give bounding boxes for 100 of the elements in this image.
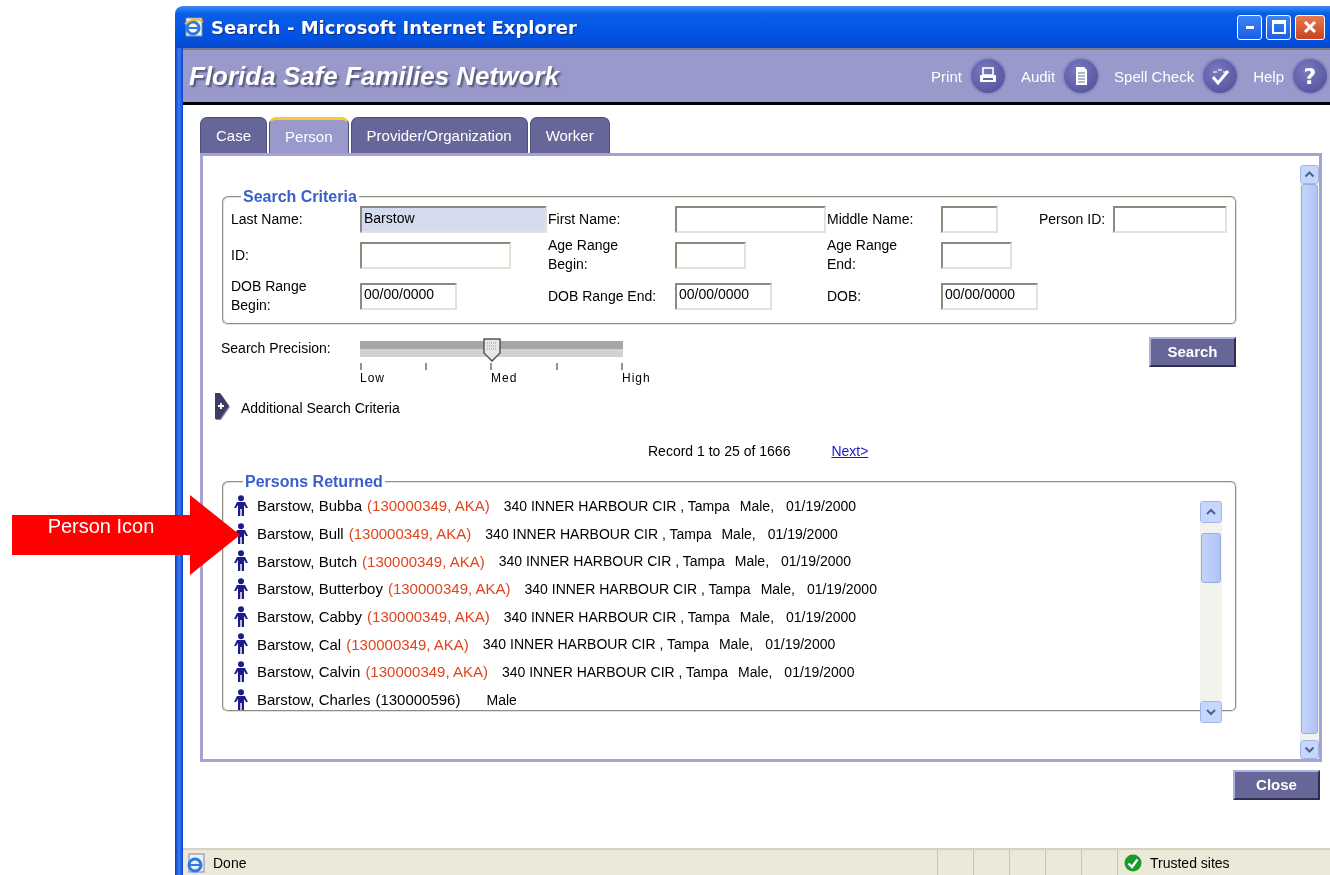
person-id: (130000349, AKA) [362, 552, 485, 570]
field-label: Person ID: [1039, 210, 1107, 229]
scroll-down-button[interactable] [1200, 701, 1222, 723]
birth-date: 01/19/2000 [786, 608, 857, 625]
input-field[interactable] [675, 206, 826, 233]
slider-thumb[interactable] [481, 338, 502, 362]
person-icon [233, 633, 249, 656]
scroll-thumb[interactable] [1301, 184, 1318, 734]
person-id: (130000349, AKA) [365, 663, 488, 681]
birth-date: 01/19/2000 [781, 553, 852, 570]
scroll-thumb[interactable] [1201, 533, 1221, 583]
sex-text: Male, [738, 663, 773, 680]
person-icon [233, 577, 249, 600]
person-id: (130000349, AKA) [367, 497, 490, 515]
slider-label: Search Precision: [221, 339, 332, 356]
scroll-down-button[interactable] [1300, 740, 1319, 759]
close-icon [1303, 20, 1317, 34]
check-icon [1124, 853, 1142, 872]
person-name[interactable]: Barstow, Bull [257, 525, 344, 543]
help-button[interactable]: Help ? [1253, 59, 1327, 93]
maximize-button[interactable] [1266, 14, 1291, 40]
person-name[interactable]: Barstow, Charles [257, 691, 371, 709]
tab[interactable]: Worker [529, 117, 610, 153]
search-button[interactable]: Search [1149, 337, 1236, 367]
additional-criteria-toggle[interactable]: Additional Search Criteria [214, 393, 400, 423]
tab[interactable]: Provider/Organization [350, 117, 528, 153]
address-text: 340 INNER HARBOUR CIR , Tampa [501, 663, 729, 680]
minimize-icon [1245, 25, 1254, 29]
close-window-button[interactable] [1295, 14, 1325, 40]
person-id: (130000349, AKA) [367, 608, 490, 626]
sex-text: Male [486, 691, 517, 708]
input-field[interactable] [1113, 206, 1227, 233]
address-text: 340 INNER HARBOUR CIR , Tampa [485, 525, 712, 542]
scale-label: Med [491, 371, 519, 385]
status-text: Done [213, 854, 247, 871]
birth-date: 01/19/2000 [786, 497, 857, 514]
person-name[interactable]: Barstow, Cal [257, 635, 342, 653]
next-link[interactable]: Next> [831, 443, 869, 459]
person-name[interactable]: Barstow, Calvin [257, 663, 361, 681]
address-text: 340 INNER HARBOUR CIR , Tampa [498, 553, 725, 570]
birth-date: 01/19/2000 [767, 525, 838, 542]
tab[interactable]: Case [200, 117, 268, 153]
input-field[interactable]: 00/00/0000 [941, 282, 1038, 310]
browser-icon [183, 16, 205, 38]
field-label: Last Name: [231, 210, 304, 229]
scroll-up-button[interactable] [1300, 165, 1319, 184]
input-field[interactable]: 00/00/0000 [360, 282, 457, 310]
birth-date: 01/19/2000 [765, 636, 836, 653]
birth-date: 01/19/2000 [784, 663, 855, 680]
input-field[interactable]: 00/00/0000 [675, 282, 772, 310]
person-name[interactable]: Barstow, Butch [257, 552, 358, 570]
person-name[interactable]: Barstow, Cabby [257, 608, 363, 626]
sex-text: Male, [718, 636, 754, 653]
app-title: Florida Safe Families Network [189, 60, 559, 92]
scroll-up-button[interactable] [1200, 501, 1222, 523]
section-title: Persons Returned [244, 473, 384, 491]
person-icon [233, 550, 249, 573]
browser-page-icon [185, 851, 207, 874]
person-icon [233, 688, 249, 711]
scale-label: Low [360, 371, 386, 385]
person-name[interactable]: Barstow, Butterboy [257, 580, 383, 598]
person-id: (130000349, AKA) [387, 580, 511, 598]
input-field[interactable] [941, 206, 998, 233]
sex-text: Male, [739, 608, 775, 625]
input-field[interactable] [941, 241, 1012, 269]
field-label: Middle Name: [827, 210, 915, 229]
help-icon: ? [1293, 59, 1327, 93]
field-label: First Name: [548, 210, 622, 229]
person-id: (130000349, AKA) [348, 525, 472, 543]
birth-date: 01/19/2000 [806, 580, 877, 597]
zone-text: Trusted sites [1150, 854, 1230, 871]
minimize-button[interactable] [1237, 14, 1262, 40]
close-button[interactable]: Close [1233, 770, 1320, 800]
section-title: Search Criteria [242, 188, 358, 206]
person-icon [233, 522, 249, 545]
person-id: (130000349, AKA) [346, 635, 469, 653]
person-icon [233, 660, 249, 683]
address-text: 340 INNER HARBOUR CIR , Tampa [503, 608, 730, 625]
input-field[interactable] [675, 241, 746, 269]
field-label: DOB: [827, 286, 863, 306]
window-title: Search - Microsoft Internet Explorer [211, 16, 577, 38]
field-label: Age Range Begin: [548, 236, 620, 274]
maximize-icon [1271, 20, 1286, 34]
scale-label: High [622, 371, 651, 385]
record-count: Record 1 to 25 of 1666 [648, 443, 791, 459]
address-text: 340 INNER HARBOUR CIR , Tampa [482, 636, 709, 653]
person-icon [233, 605, 249, 628]
person-id: (130000596) [375, 691, 461, 709]
precision-slider[interactable] [360, 338, 623, 362]
input-field[interactable]: Barstow [360, 206, 547, 233]
person-icon [233, 494, 249, 517]
input-field[interactable] [360, 241, 511, 269]
field-label: DOB Range End: [548, 286, 658, 306]
person-name[interactable]: Barstow, Bubba [257, 497, 363, 515]
address-text: 340 INNER HARBOUR CIR , Tampa [503, 497, 730, 514]
sex-text: Male, [734, 553, 770, 570]
sex-text: Male, [739, 497, 775, 514]
field-label: Age Range End: [827, 236, 899, 274]
sex-text: Male, [760, 580, 795, 597]
address-text: 340 INNER HARBOUR CIR , Tampa [524, 580, 751, 597]
